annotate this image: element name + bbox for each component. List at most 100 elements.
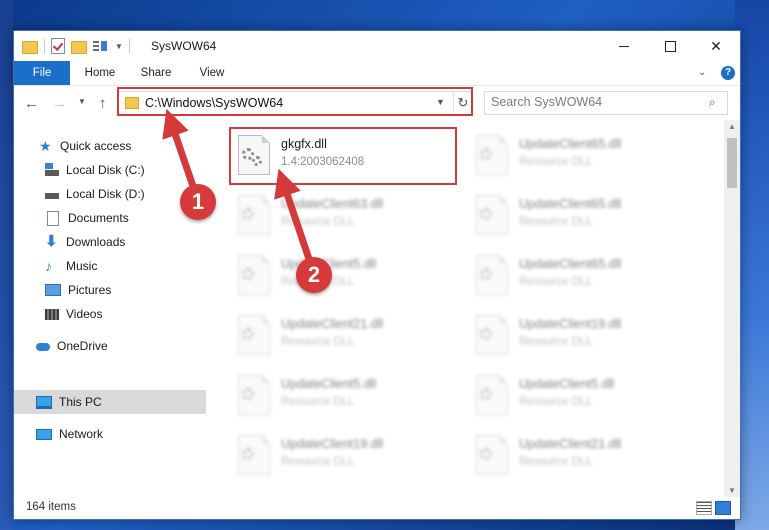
file-tile[interactable]: UpdateClient19.dll Resource DLL <box>232 432 457 482</box>
gear-icon <box>480 148 492 160</box>
toolbar-divider <box>44 39 45 53</box>
tab-view[interactable]: View <box>198 61 226 85</box>
dll-file-icon <box>476 315 508 355</box>
properties-check-icon[interactable] <box>51 38 65 54</box>
file-description: Resource DLL <box>519 276 593 288</box>
music-icon: ♪ <box>45 258 52 274</box>
up-arrow-icon[interactable]: ↑ <box>99 95 107 112</box>
sidebar-item-label: Videos <box>66 307 103 321</box>
scroll-up-arrow-icon[interactable]: ▲ <box>728 122 736 131</box>
help-icon[interactable]: ? <box>721 66 735 80</box>
sidebar-item-videos[interactable]: Videos 📌︎ <box>14 302 237 326</box>
file-description: Resource DLL <box>281 456 355 468</box>
file-tile[interactable]: UpdateClient65.dll Resource DLL <box>470 192 695 242</box>
status-bar: 164 items <box>14 497 740 519</box>
search-input[interactable] <box>491 95 701 109</box>
file-name: UpdateClient65.dll <box>519 137 622 151</box>
minimize-icon <box>619 45 629 47</box>
file-tile[interactable]: UpdateClient21.dll Resource DLL <box>232 312 457 362</box>
gear-icon <box>480 328 492 340</box>
sidebar-item-downloads[interactable]: ⬇ Downloads 📌︎ <box>14 230 237 254</box>
file-tile[interactable]: UpdateClient21.dll Resource DLL <box>470 432 695 482</box>
file-tile[interactable]: UpdateClient19.dll Resource DLL <box>470 312 695 362</box>
view-properties-icon[interactable] <box>93 39 109 53</box>
large-icons-view-icon[interactable] <box>715 501 731 515</box>
sidebar-item-label: Documents <box>68 211 129 225</box>
sidebar-item-label: Pictures <box>68 283 112 297</box>
file-highlight <box>229 127 457 185</box>
dll-file-icon <box>238 375 270 415</box>
gear-icon <box>242 448 254 460</box>
sidebar-item-music[interactable]: ♪ Music 📌︎ <box>14 254 237 278</box>
file-description: Resource DLL <box>281 336 355 348</box>
search-box[interactable]: ⌕ <box>484 91 728 115</box>
address-bar-highlight <box>117 87 473 116</box>
back-arrow-icon[interactable]: ← <box>24 95 39 112</box>
dll-file-icon <box>476 435 508 475</box>
file-tile[interactable]: UpdateClient65.dll Resource DLL <box>470 252 695 302</box>
toolbar-divider <box>128 39 130 53</box>
details-view-icon[interactable] <box>696 501 712 515</box>
tab-file[interactable]: File <box>14 61 70 85</box>
file-name: UpdateClient65.dll <box>519 257 622 271</box>
close-button[interactable]: ✕ <box>693 31 739 61</box>
sidebar-item-this-pc[interactable]: This PC <box>14 390 228 414</box>
sidebar-item-label: Downloads <box>66 235 126 249</box>
dll-file-icon <box>238 315 270 355</box>
file-tile[interactable]: UpdateClient5.dll Resource DLL <box>232 252 457 302</box>
file-tile[interactable]: UpdateClient5.dll Resource DLL <box>470 372 695 422</box>
minimize-button[interactable] <box>601 31 647 61</box>
file-description: Resource DLL <box>281 396 355 408</box>
new-folder-icon[interactable] <box>71 41 87 54</box>
sidebar-item-onedrive[interactable]: OneDrive <box>14 334 228 358</box>
customize-toolbar-chevron-icon[interactable]: ▼ <box>115 42 123 51</box>
drive-icon <box>45 163 59 177</box>
sidebar-item-quick-access[interactable]: ★ Quick access <box>14 134 231 158</box>
gear-icon <box>242 388 254 400</box>
sidebar-item-pictures[interactable]: Pictures 📌︎ <box>14 278 237 302</box>
gear-icon <box>242 268 254 280</box>
pictures-icon <box>45 284 61 296</box>
vertical-scrollbar[interactable]: ▲ ▼ <box>724 120 740 497</box>
dll-file-icon <box>238 255 270 295</box>
cloud-icon <box>36 343 50 351</box>
sidebar-item-label: OneDrive <box>57 339 108 353</box>
scrollbar-thumb[interactable] <box>727 138 737 188</box>
file-name: UpdateClient19.dll <box>519 317 622 331</box>
network-icon <box>36 428 52 440</box>
recent-locations-chevron-icon[interactable]: ▼ <box>78 97 86 106</box>
star-icon: ★ <box>39 138 52 154</box>
tab-share[interactable]: Share <box>140 61 172 85</box>
close-icon: ✕ <box>710 37 722 54</box>
gear-icon <box>242 328 254 340</box>
quick-access-toolbar: ▼ <box>22 38 130 54</box>
file-description: Resource DLL <box>519 336 593 348</box>
folder-icon <box>22 41 38 54</box>
computer-icon <box>36 395 52 409</box>
sidebar-item-local-disk-c[interactable]: Local Disk (C:) 📌︎ <box>14 158 237 182</box>
file-description: Resource DLL <box>519 216 593 228</box>
forward-arrow-icon[interactable]: → <box>52 95 67 112</box>
sidebar-item-label: Local Disk (D:) <box>66 187 145 201</box>
file-name: UpdateClient19.dll <box>281 437 384 451</box>
download-icon: ⬇ <box>45 233 58 250</box>
title-bar: ▼ SysWOW64 ✕ <box>14 31 740 61</box>
expand-ribbon-chevron-icon[interactable]: ⌄ <box>698 67 706 78</box>
videos-icon <box>45 308 59 320</box>
gear-icon <box>242 208 254 220</box>
scroll-down-arrow-icon[interactable]: ▼ <box>728 486 736 495</box>
maximize-button[interactable] <box>647 31 693 61</box>
file-tile[interactable]: UpdateClient63.dll Resource DLL <box>232 192 457 242</box>
dll-file-icon <box>476 135 508 175</box>
tab-home[interactable]: Home <box>82 61 118 85</box>
step-badge-2: 2 <box>296 257 332 293</box>
file-tile[interactable]: UpdateClient5.dll Resource DLL <box>232 372 457 422</box>
maximize-icon <box>664 40 676 52</box>
file-description: Resource DLL <box>519 396 593 408</box>
file-tile[interactable]: UpdateClient65.dll Resource DLL <box>470 132 695 182</box>
file-description: Resource DLL <box>281 216 355 228</box>
sidebar-item-network[interactable]: Network <box>14 422 228 446</box>
search-icon[interactable]: ⌕ <box>709 95 716 110</box>
file-name: UpdateClient5.dll <box>281 377 377 391</box>
desktop-background-left <box>0 0 13 530</box>
